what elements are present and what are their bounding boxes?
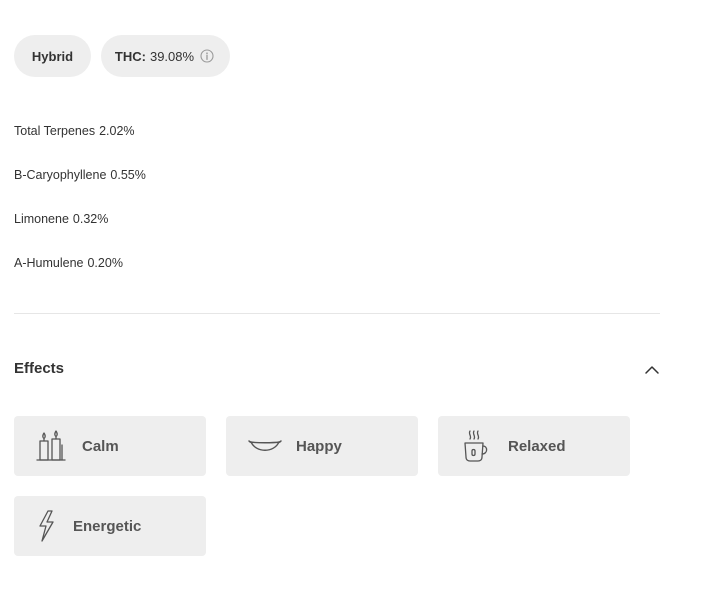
section-divider [14, 313, 660, 314]
terpene-name: Limonene [14, 212, 69, 226]
effect-label: Relaxed [508, 437, 566, 455]
effect-card-happy[interactable]: Happy [226, 416, 418, 476]
chevron-up-icon[interactable] [641, 361, 663, 377]
terpene-row: Limonene 0.32% [14, 212, 108, 226]
effect-label: Happy [296, 437, 342, 455]
effect-card-relaxed[interactable]: Relaxed [438, 416, 630, 476]
terpene-name: B-Caryophyllene [14, 168, 107, 182]
thc-badge: THC: 39.08% [101, 35, 230, 77]
terpene-row: Total Terpenes 2.02% [14, 124, 135, 138]
effect-label: Calm [82, 437, 119, 455]
candles-icon [35, 429, 67, 463]
terpene-value: 0.55% [110, 168, 146, 182]
effect-label: Energetic [73, 517, 142, 535]
product-detail-page: Hybrid THC: 39.08% Total Terpenes 2.02% B… [0, 0, 712, 611]
thc-value: 39.08% [149, 48, 195, 64]
thc-label: THC: [114, 48, 146, 64]
coffee-cup-icon [462, 429, 490, 463]
effects-section-title[interactable]: Effects [14, 360, 64, 377]
terpene-row: B-Caryophyllene 0.55% [14, 168, 146, 182]
terpene-name: Total Terpenes [14, 124, 96, 138]
strain-type-badge: Hybrid [14, 35, 91, 77]
terpene-name: A-Humulene [14, 256, 84, 270]
effect-card-energetic[interactable]: Energetic [14, 496, 206, 556]
strain-type-label: Hybrid [31, 48, 74, 64]
smile-icon [248, 436, 282, 456]
lightning-bolt-icon [35, 509, 57, 543]
info-icon[interactable] [200, 49, 214, 63]
terpene-row: A-Humulene 0.20% [14, 256, 123, 270]
terpene-value: 0.20% [87, 256, 123, 270]
effect-card-calm[interactable]: Calm [14, 416, 206, 476]
terpene-value: 2.02% [99, 124, 135, 138]
terpene-value: 0.32% [72, 212, 109, 226]
